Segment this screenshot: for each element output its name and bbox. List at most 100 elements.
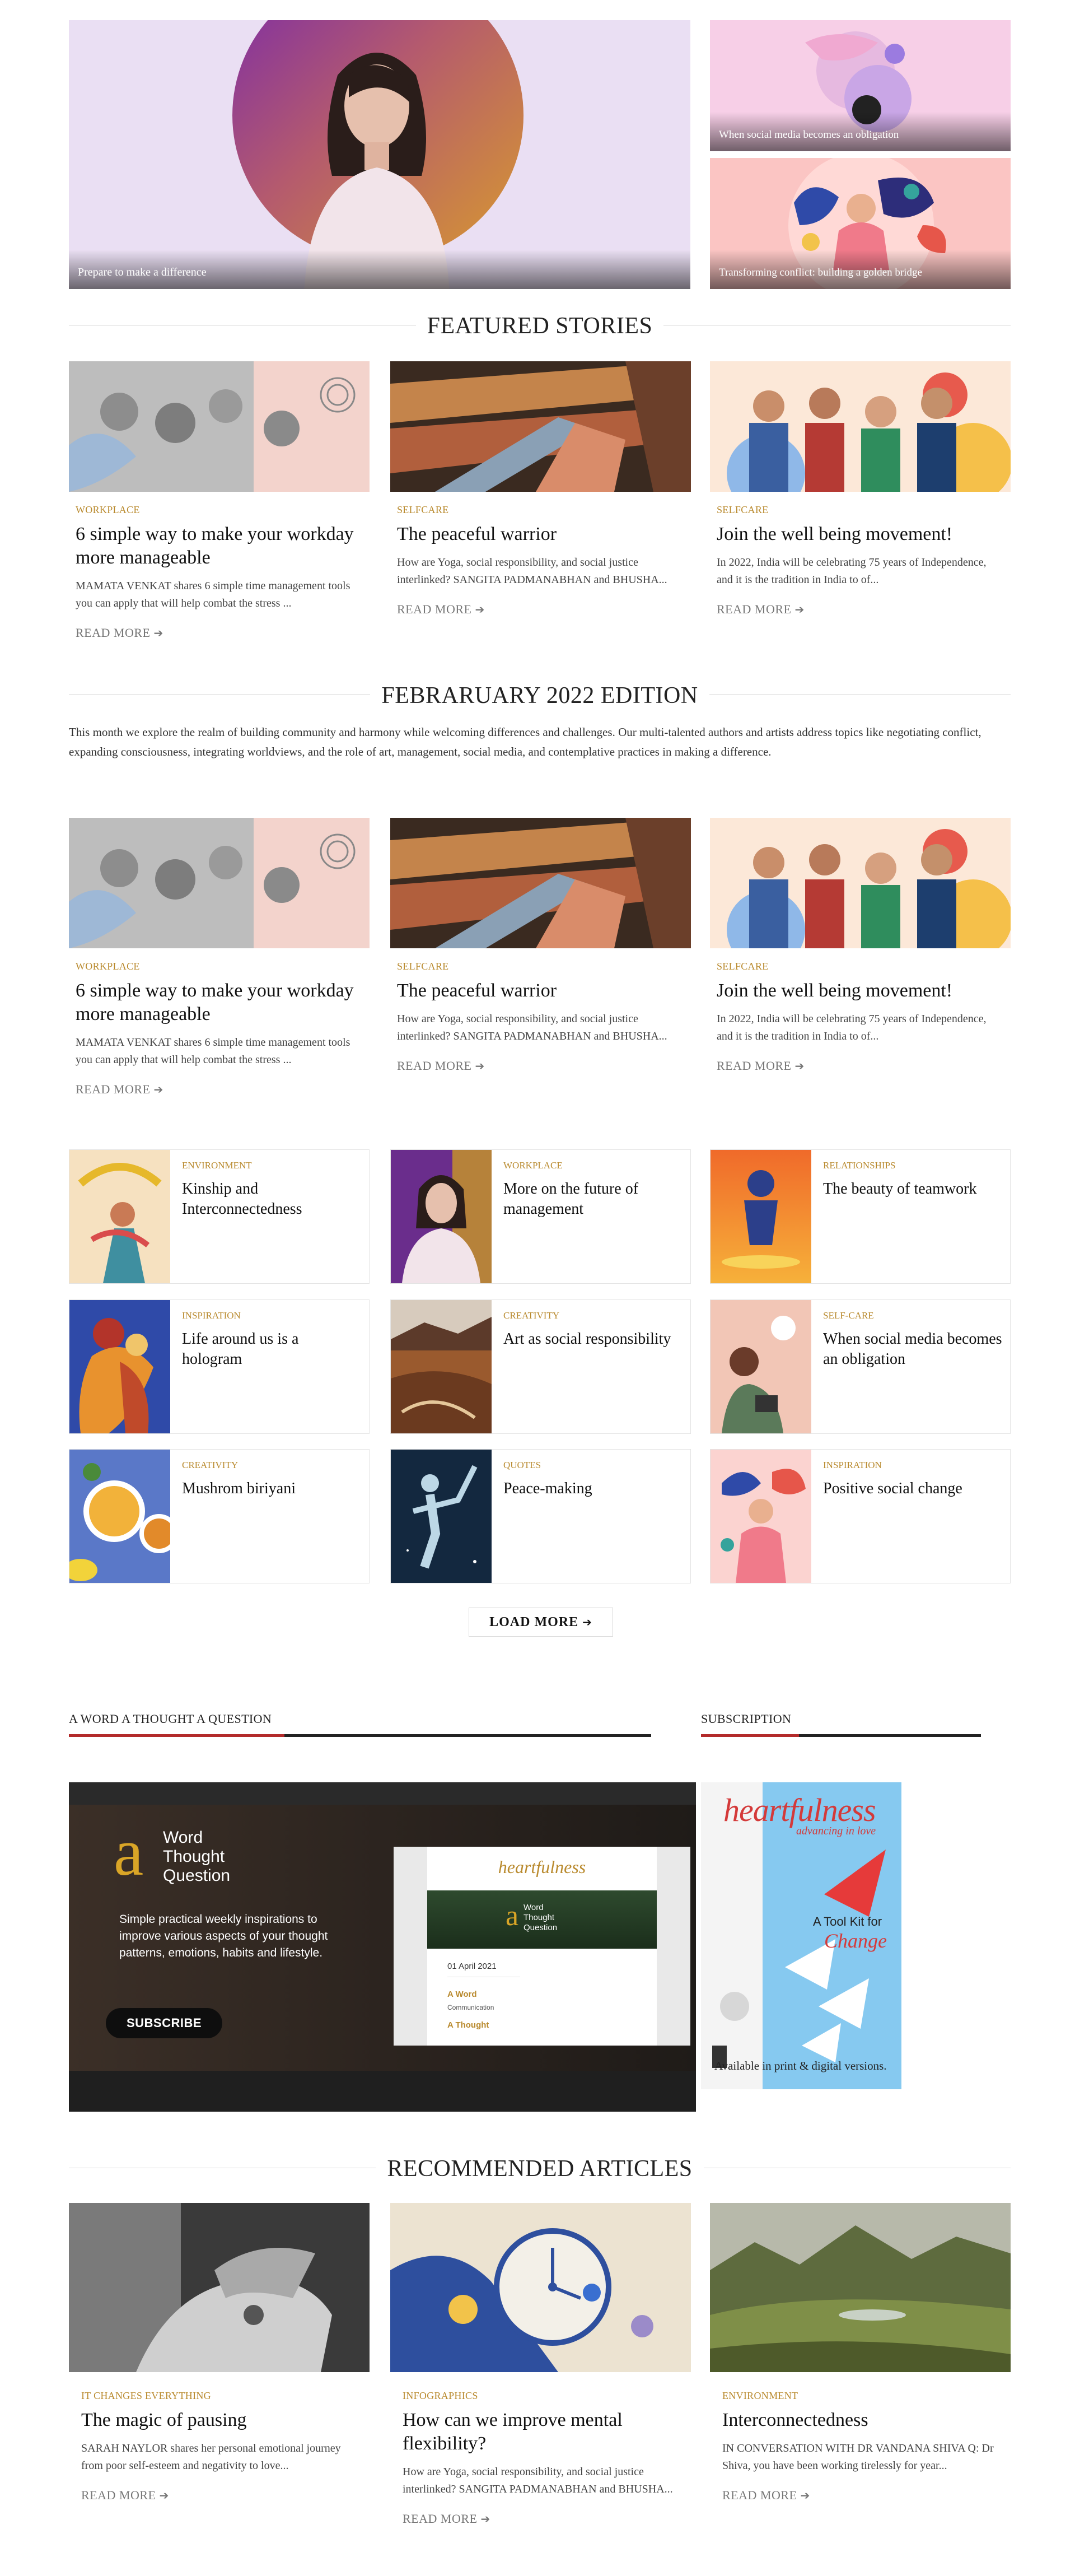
tile-social-media-obligation[interactable]: SELF-CARE When social media becomes an o…: [710, 1299, 1011, 1434]
card-category: WORKPLACE: [76, 504, 140, 515]
read-more-link[interactable]: READ MORE ➔: [717, 1059, 1004, 1073]
preview-date: 01 April 2021: [447, 1962, 497, 1971]
card-excerpt: In 2022, India will be celebrating 75 ye…: [717, 1013, 987, 1042]
card-category: INFOGRAPHICS: [403, 2390, 478, 2401]
read-more-link[interactable]: READ MORE ➔: [76, 626, 363, 640]
read-more-link[interactable]: READ MORE ➔: [397, 1059, 684, 1073]
card-title[interactable]: The peaceful warrior: [397, 523, 684, 546]
wtq-description: Simple practical weekly inspirations to …: [119, 1913, 328, 1959]
arrow-right-icon: ➔: [480, 2512, 490, 2526]
card-excerpt: How are Yoga, social responsibility, and…: [397, 556, 667, 586]
tile-category: RELATIONSHIPS: [823, 1160, 896, 1171]
card-excerpt: How are Yoga, social responsibility, and…: [403, 2466, 673, 2495]
read-more-link[interactable]: READ MORE ➔: [717, 602, 1004, 617]
card-title[interactable]: Join the well being movement!: [717, 979, 1004, 1003]
tile-teamwork[interactable]: RELATIONSHIPS The beauty of teamwork: [710, 1149, 1011, 1284]
subscribe-button[interactable]: SUBSCRIBE: [106, 2008, 222, 2038]
tile-title[interactable]: Positive social change: [823, 1479, 1002, 1499]
read-more-link[interactable]: READ MORE ➔: [397, 602, 684, 617]
recommended-heading: RECOMMENDED ARTICLES: [69, 2151, 1011, 2184]
recommended-card-pausing[interactable]: IT CHANGES EVERYTHING The magic of pausi…: [69, 2203, 370, 2503]
tile-hologram[interactable]: INSPIRATION Life around us is a hologram: [69, 1299, 370, 1434]
card-category: ENVIRONMENT: [722, 2390, 798, 2401]
tile-kinship[interactable]: ENVIRONMENT Kinship and Interconnectedne…: [69, 1149, 370, 1284]
tile-thumbnail: [711, 1300, 811, 1433]
recommended-title: RECOMMENDED ARTICLES: [376, 2156, 704, 2182]
hero-side-card-conflict[interactable]: Transforming conflict: building a golden…: [710, 158, 1011, 289]
side1-caption[interactable]: When social media becomes an obligation: [719, 129, 899, 141]
card-title[interactable]: Join the well being movement!: [717, 523, 1004, 546]
tile-title[interactable]: The beauty of teamwork: [823, 1179, 1002, 1199]
recommended-card-interconnectedness[interactable]: ENVIRONMENT Interconnectedness IN CONVER…: [710, 2203, 1011, 2503]
tile-title[interactable]: When social media becomes an obligation: [823, 1329, 1002, 1369]
card-image-hands-bw: [69, 2203, 370, 2372]
featured-card-workday[interactable]: WORKPLACE 6 simple way to make your work…: [69, 361, 370, 640]
edition-card-well-being[interactable]: SELFCARE Join the well being movement! I…: [710, 818, 1011, 1073]
edition-card-workday[interactable]: WORKPLACE 6 simple way to make your work…: [69, 818, 370, 1097]
hero-main-banner[interactable]: Prepare to make a difference: [69, 20, 690, 289]
featured-card-peaceful-warrior[interactable]: SELFCARE The peaceful warrior How are Yo…: [390, 361, 691, 617]
banner-top-strip: [69, 1782, 696, 1805]
tile-thumbnail: [711, 1450, 811, 1583]
read-more-link[interactable]: READ MORE ➔: [403, 2512, 679, 2526]
preview-item1: A Word: [447, 1990, 477, 1999]
arrow-right-icon: ➔: [582, 1615, 592, 1629]
tile-category: CREATIVITY: [503, 1310, 560, 1321]
tile-category: CREATIVITY: [182, 1460, 239, 1470]
featured-stories-title: FEATURED STORIES: [415, 313, 664, 339]
tile-title[interactable]: Kinship and Interconnectedness: [182, 1179, 361, 1219]
tile-positive-social-change[interactable]: INSPIRATION Positive social change: [710, 1449, 1011, 1583]
load-more-button[interactable]: LOAD MORE ➔: [469, 1608, 613, 1637]
arrow-right-icon: ➔: [800, 2489, 810, 2502]
card-title[interactable]: How can we improve mental flexibility?: [403, 2409, 679, 2456]
card-image-hands: [390, 361, 691, 492]
edition-card-peaceful-warrior[interactable]: SELFCARE The peaceful warrior How are Yo…: [390, 818, 691, 1073]
wtq-logo-words: Word Thought Question: [163, 1828, 231, 1885]
tile-thumbnail: [391, 1450, 492, 1583]
card-category: SELFCARE: [397, 961, 449, 972]
card-category: WORKPLACE: [76, 961, 140, 972]
recommended-card-mental-flexibility[interactable]: INFOGRAPHICS How can we improve mental f…: [390, 2203, 691, 2526]
arrow-right-icon: ➔: [794, 603, 805, 616]
tile-future-of-management[interactable]: WORKPLACE More on the future of manageme…: [390, 1149, 691, 1284]
featured-card-well-being[interactable]: SELFCARE Join the well being movement! I…: [710, 361, 1011, 617]
tile-mushroom-biriyani[interactable]: CREATIVITY Mushrom biriyani: [69, 1449, 370, 1583]
newsletter-preview: heartfulness a Word Thought Question 01 Ap…: [394, 1847, 690, 2046]
hero-main-caption[interactable]: Prepare to make a difference: [78, 266, 207, 279]
magazine-headline-2: Change: [824, 1930, 887, 1952]
word-thought-banner[interactable]: a Word Thought Question Simple practical…: [69, 1782, 696, 2112]
card-excerpt: SARAH NAYLOR shares her personal emotion…: [81, 2442, 341, 2472]
tile-title[interactable]: Art as social responsibility: [503, 1329, 683, 1349]
hero-side-card-social-media[interactable]: When social media becomes an obligation: [710, 20, 1011, 151]
read-more-link[interactable]: READ MORE ➔: [722, 2488, 998, 2503]
card-category: SELFCARE: [397, 504, 449, 515]
heading-underline-dark: [799, 1734, 981, 1737]
card-title[interactable]: The peaceful warrior: [397, 979, 684, 1003]
tile-category: SELF-CARE: [823, 1310, 874, 1321]
tile-title[interactable]: More on the future of management: [503, 1179, 683, 1219]
wtq-logo-letter: a: [114, 1815, 144, 1889]
card-excerpt: How are Yoga, social responsibility, and…: [397, 1013, 667, 1042]
magazine-cover[interactable]: heartfulness advancing in love A Tool Ki…: [701, 1782, 901, 2089]
tile-title[interactable]: Life around us is a hologram: [182, 1329, 361, 1369]
read-more-link[interactable]: READ MORE ➔: [76, 1082, 363, 1097]
tile-art-social-responsibility[interactable]: CREATIVITY Art as social responsibility: [390, 1299, 691, 1434]
card-excerpt: IN CONVERSATION WITH DR VANDANA SHIVA Q:…: [722, 2442, 994, 2472]
tile-title[interactable]: Mushrom biriyani: [182, 1479, 361, 1499]
magazine-headline-1: A Tool Kit for: [813, 1914, 882, 1928]
tile-category: INSPIRATION: [182, 1310, 241, 1321]
side2-caption[interactable]: Transforming conflict: building a golden…: [719, 267, 922, 279]
card-image-group: [710, 818, 1011, 948]
card-title[interactable]: The magic of pausing: [81, 2409, 357, 2432]
tile-category: INSPIRATION: [823, 1460, 882, 1470]
card-title[interactable]: 6 simple way to make your workday more m…: [76, 979, 363, 1026]
tile-thumbnail: [711, 1150, 811, 1283]
subscription-heading: SUBSCRIPTION: [701, 1712, 792, 1726]
preview-forest-banner: a Word Thought Question: [427, 1890, 657, 1949]
tile-peace-making[interactable]: QUOTES Peace-making: [390, 1449, 691, 1583]
read-more-link[interactable]: READ MORE ➔: [81, 2488, 357, 2503]
card-excerpt: MAMATA VENKAT shares 6 simple time manag…: [76, 1036, 350, 1066]
card-title[interactable]: Interconnectedness: [722, 2409, 998, 2432]
card-title[interactable]: 6 simple way to make your workday more m…: [76, 523, 363, 570]
tile-title[interactable]: Peace-making: [503, 1479, 683, 1499]
